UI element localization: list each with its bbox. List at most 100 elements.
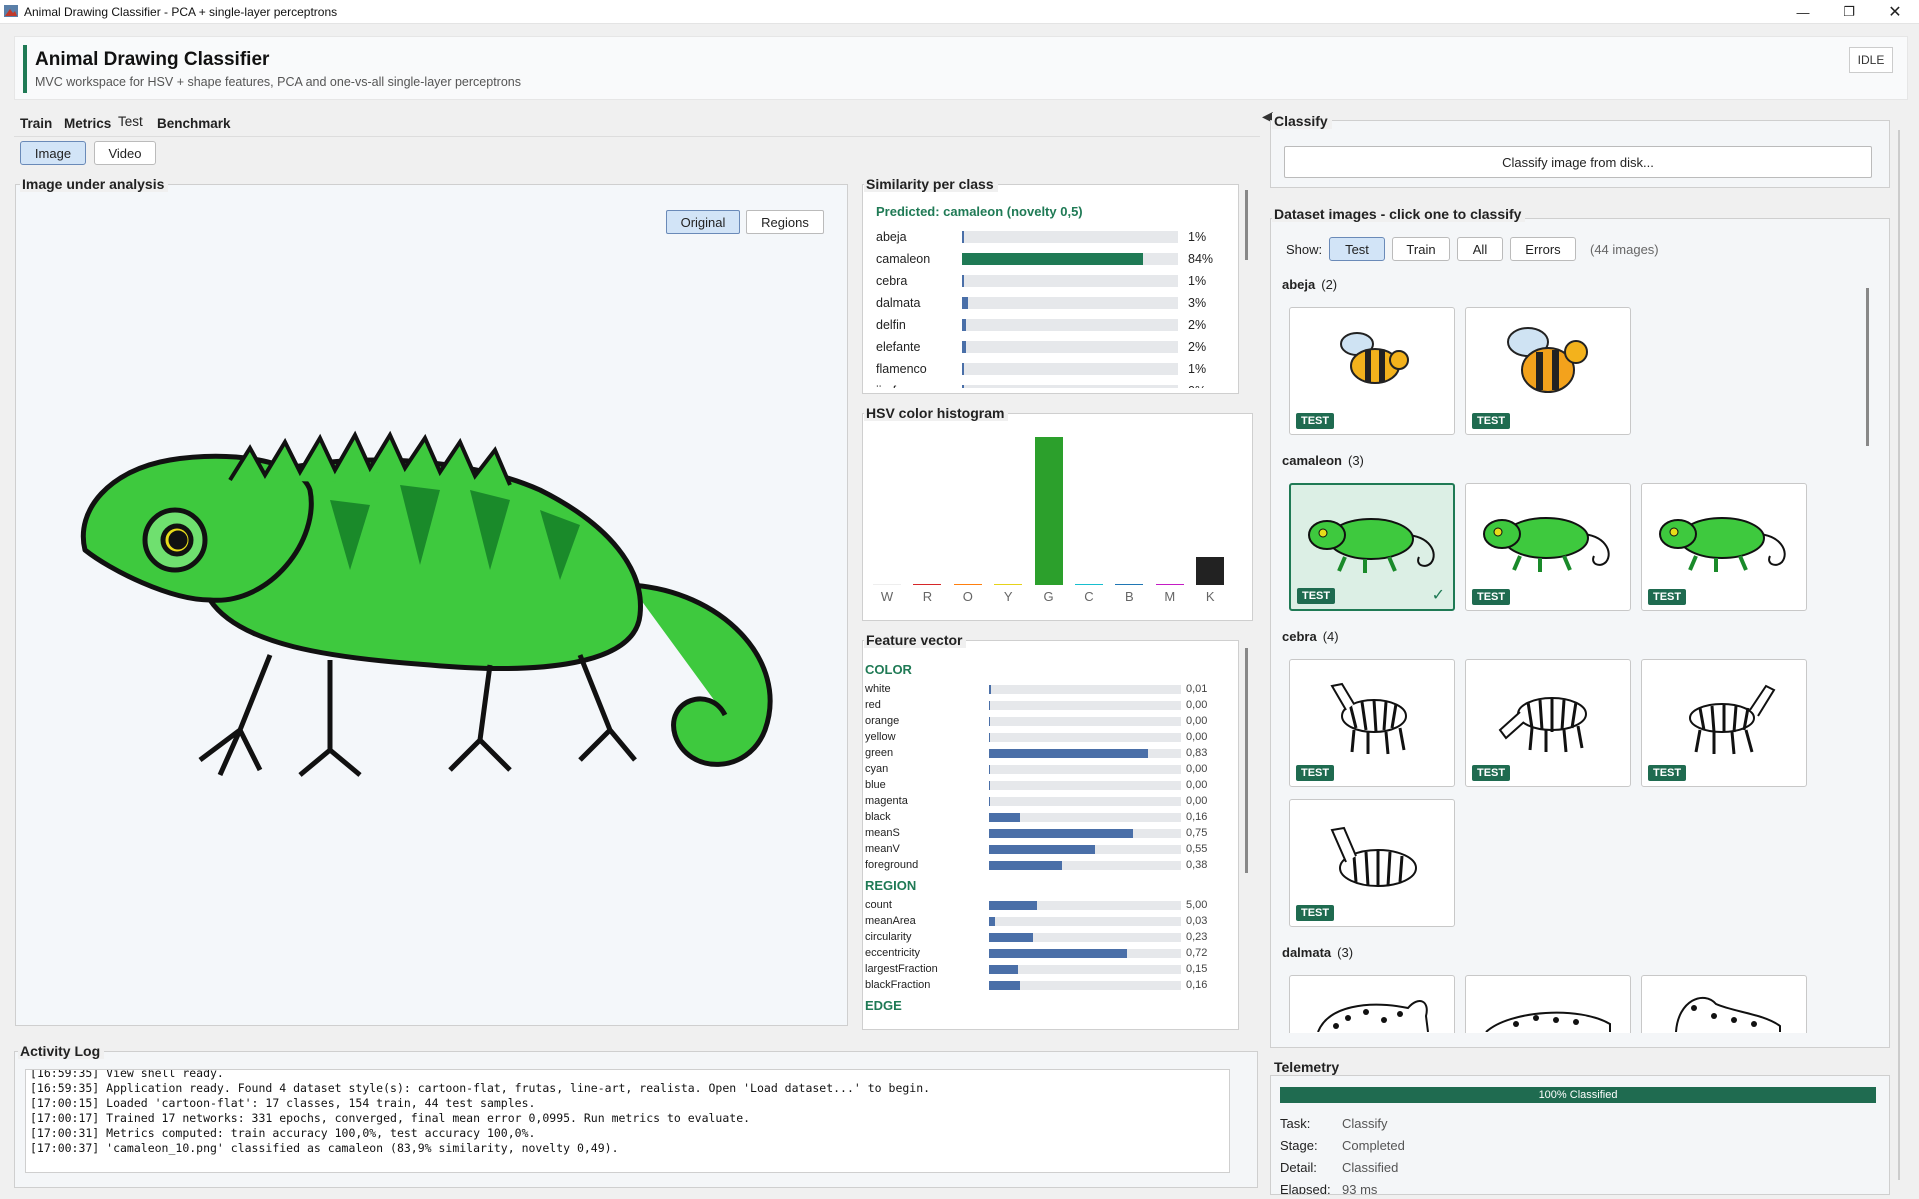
similarity-track — [962, 385, 1178, 388]
close-button[interactable]: ✕ — [1872, 0, 1918, 24]
feature-label: green — [865, 747, 894, 759]
thumb-cebra-3[interactable]: TEST — [1641, 659, 1807, 787]
analysis-title: Image under analysis — [20, 176, 169, 192]
feature-row: blackFraction 0,16 — [865, 978, 1225, 993]
mode-image-button[interactable]: Image — [20, 141, 86, 165]
similarity-scrollbar[interactable] — [1245, 190, 1248, 260]
minimize-button[interactable]: — — [1780, 0, 1826, 24]
feature-row: black 0,16 — [865, 810, 1225, 825]
telemetry-key: Detail: — [1280, 1160, 1317, 1175]
show-label: Show: — [1286, 242, 1323, 257]
log-title: Activity Log — [18, 1043, 105, 1059]
log-line: [17:00:15] Loaded 'cartoon-flat': 17 cla… — [30, 1096, 536, 1110]
tab-test[interactable]: Test — [118, 114, 143, 129]
feature-label: blackFraction — [865, 979, 931, 991]
bee-icon — [1507, 327, 1588, 393]
correct-check-icon: ✓ — [1431, 587, 1445, 604]
telemetry-value: Classified — [1342, 1160, 1399, 1175]
class-label: flamenco — [876, 362, 927, 376]
thumb-camaleon-3[interactable]: TEST — [1641, 483, 1807, 611]
telemetry-value: Completed — [1342, 1138, 1405, 1153]
feature-row: meanS 0,75 — [865, 826, 1225, 841]
log-line: [17:00:37] 'camaleon_10.png' classified … — [30, 1141, 619, 1155]
feature-label: meanS — [865, 827, 900, 839]
test-badge: TEST — [1472, 765, 1511, 781]
thumb-dalmata-3[interactable] — [1641, 975, 1807, 1033]
similarity-percent: 1% — [1188, 274, 1207, 288]
app-title: Animal Drawing Classifier — [35, 49, 270, 70]
class-label: delfin — [876, 318, 906, 332]
log-output[interactable]: [16:59:35] View shell ready. [16:59:35] … — [25, 1069, 1230, 1173]
similarity-track — [962, 319, 1178, 331]
splitter-handle[interactable]: ◀ — [1262, 108, 1273, 130]
feature-row: meanArea 0,03 — [865, 914, 1225, 929]
feature-bar — [989, 845, 1095, 854]
feature-title: Feature vector — [864, 632, 967, 648]
feature-value: 0,16 — [1186, 811, 1208, 823]
feature-label: meanArea — [865, 915, 916, 927]
mode-video-button[interactable]: Video — [94, 141, 156, 165]
filter-errors-button[interactable]: Errors — [1510, 237, 1576, 261]
feature-track — [989, 749, 1181, 758]
feature-bar — [989, 813, 1020, 822]
filter-test-button[interactable]: Test — [1329, 237, 1385, 261]
feature-bar — [989, 829, 1133, 838]
feature-row: orange 0,00 — [865, 714, 1225, 729]
feature-bar — [989, 685, 991, 694]
class-label: abeja — [876, 230, 907, 244]
accent-bar — [23, 45, 27, 93]
thumb-camaleon-2[interactable]: TEST — [1465, 483, 1631, 611]
thumb-abeja-1[interactable]: TEST — [1289, 307, 1455, 435]
chameleon-icon — [1659, 517, 1786, 572]
feature-label: foreground — [865, 859, 919, 871]
thumb-dalmata-1[interactable] — [1289, 975, 1455, 1033]
app-icon — [4, 5, 18, 17]
thumb-cebra-1[interactable]: TEST — [1289, 659, 1455, 787]
similarity-row: abeja 1% — [876, 228, 1206, 246]
feature-value: 0,00 — [1186, 763, 1208, 775]
dataset-scrollbar[interactable] — [1866, 288, 1869, 446]
thumb-cebra-4[interactable]: TEST — [1289, 799, 1455, 927]
feature-value: 0,38 — [1186, 859, 1208, 871]
similarity-bar — [962, 319, 967, 331]
filter-all-button[interactable]: All — [1457, 237, 1503, 261]
class-label: camaleon — [876, 252, 931, 266]
feature-value: 0,00 — [1186, 699, 1208, 711]
similarity-track — [962, 253, 1178, 265]
feature-bar — [989, 797, 990, 806]
tab-metrics[interactable]: Metrics — [64, 116, 111, 131]
filter-train-button[interactable]: Train — [1392, 237, 1450, 261]
feature-row: white 0,01 — [865, 682, 1225, 697]
restore-button[interactable]: ❐ — [1826, 0, 1872, 24]
feature-label: circularity — [865, 931, 912, 943]
chameleon-image[interactable] — [70, 430, 800, 800]
test-badge: TEST — [1472, 413, 1511, 429]
similarity-row: elefante 2% — [876, 338, 1206, 356]
feature-value: 0,03 — [1186, 915, 1208, 927]
test-badge: TEST — [1296, 765, 1335, 781]
thumb-dalmata-2[interactable] — [1465, 975, 1631, 1033]
similarity-track — [962, 275, 1178, 287]
feature-value: 0,15 — [1186, 963, 1208, 975]
original-view-button[interactable]: Original — [666, 210, 740, 234]
test-badge: TEST — [1297, 588, 1336, 604]
tab-train[interactable]: Train — [20, 116, 52, 131]
telemetry-title: Telemetry — [1272, 1059, 1344, 1075]
feature-track — [989, 861, 1181, 870]
thumb-cebra-2[interactable]: TEST — [1465, 659, 1631, 787]
window-scrollbar[interactable] — [1898, 130, 1900, 1180]
feature-track — [989, 781, 1181, 790]
telemetry-value: 93 ms — [1342, 1182, 1378, 1194]
feature-value: 0,01 — [1186, 683, 1208, 695]
tab-benchmark[interactable]: Benchmark — [157, 116, 231, 131]
feature-scrollbar[interactable] — [1245, 648, 1248, 873]
feature-bar — [989, 917, 995, 926]
feature-value: 0,83 — [1186, 747, 1208, 759]
feature-row: magenta 0,00 — [865, 794, 1225, 809]
thumb-camaleon-1[interactable]: TEST ✓ — [1289, 483, 1455, 611]
dalmatian-icon — [1317, 1000, 1429, 1032]
thumb-abeja-2[interactable]: TEST — [1465, 307, 1631, 435]
feature-row: foreground 0,38 — [865, 858, 1225, 873]
regions-view-button[interactable]: Regions — [746, 210, 824, 234]
classify-from-disk-button[interactable]: Classify image from disk... — [1284, 146, 1872, 178]
